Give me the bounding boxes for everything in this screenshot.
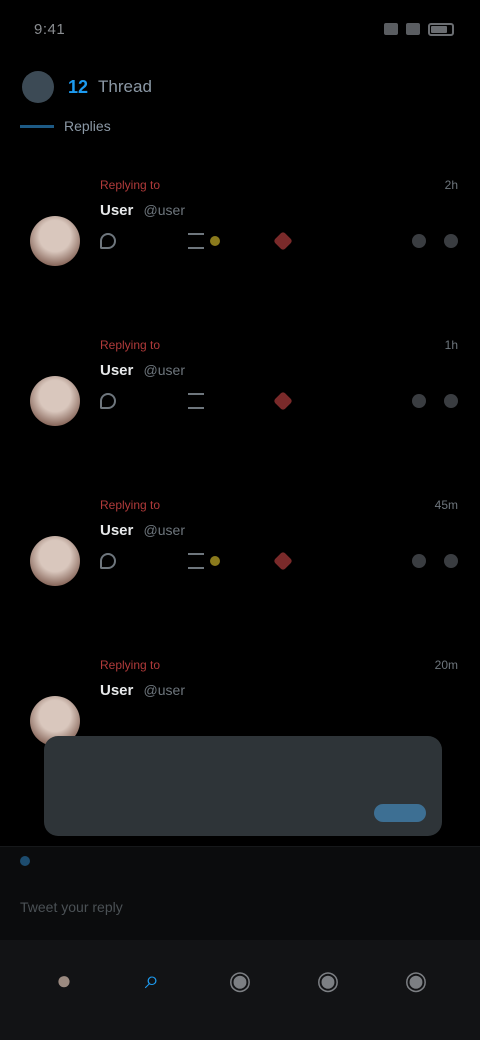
reply-indicator-icon — [20, 856, 30, 866]
like-button[interactable] — [273, 231, 364, 251]
reply-icon — [100, 393, 116, 409]
retweet-button[interactable] — [188, 393, 276, 409]
thread-header: Replies — [0, 118, 480, 134]
retweet-dot — [210, 236, 220, 246]
spaces-icon: ◉ — [228, 964, 252, 995]
tweet-meta: Replying to 2h — [100, 174, 458, 196]
battery-icon — [428, 22, 454, 36]
heart-icon — [273, 231, 293, 251]
tweet-extra-actions — [412, 234, 458, 248]
retweet-button[interactable] — [188, 233, 276, 249]
thread-label: Replies — [64, 118, 111, 134]
thread-rule — [20, 124, 54, 128]
tweet[interactable]: Replying to 2h User @user — [0, 168, 480, 328]
tweet-actions — [100, 391, 458, 411]
retweet-icon — [188, 233, 204, 249]
reply-tag: Replying to — [100, 498, 161, 512]
tweet-actions — [100, 231, 458, 251]
back-button[interactable] — [22, 71, 54, 103]
status-icons — [384, 22, 454, 36]
page-title: Thread — [98, 77, 152, 96]
views-icon[interactable] — [412, 234, 426, 248]
like-button[interactable] — [273, 551, 364, 571]
reply-button[interactable] — [100, 393, 188, 409]
tweet-meta: Replying to 20m — [100, 654, 458, 676]
tab-notifications[interactable]: ◉ — [305, 957, 351, 1003]
author-handle: @user — [143, 682, 185, 698]
reply-icon — [100, 553, 116, 569]
tweet-author[interactable]: User @user — [100, 362, 458, 379]
bottom-tab-bar: ● ⌕ ◉ ◉ ◉ — [0, 940, 480, 1040]
search-icon: ⌕ — [144, 964, 160, 994]
reply-input[interactable]: Tweet your reply — [20, 889, 460, 925]
tweet-meta: Replying to 1h — [100, 334, 458, 356]
tweet[interactable]: Replying to 1h User @user — [0, 328, 480, 488]
tweet-author[interactable]: User @user — [100, 202, 458, 219]
messages-icon: ◉ — [404, 964, 428, 995]
tweet-count: 12 — [68, 76, 89, 97]
tweet-time: 1h — [444, 338, 458, 352]
reply-tag: Replying to — [100, 338, 161, 352]
retweet-icon — [188, 553, 204, 569]
tweet-time: 20m — [434, 658, 458, 672]
avatar-icon: ● — [56, 964, 72, 995]
tweet-feed: Replying to 2h User @user Replying to 1h — [0, 168, 480, 808]
reply-tag: Replying to — [100, 658, 161, 672]
tab-spaces[interactable]: ◉ — [217, 957, 263, 1003]
tab-profile[interactable]: ● — [41, 957, 87, 1003]
signal-icon — [384, 23, 398, 35]
tweet-time: 45m — [434, 498, 458, 512]
author-handle: @user — [143, 202, 185, 218]
reply-tag: Replying to — [100, 178, 161, 192]
quote-action-pill[interactable] — [374, 804, 426, 822]
avatar[interactable] — [30, 216, 80, 266]
reply-button[interactable] — [100, 553, 188, 569]
tweet-extra-actions — [412, 554, 458, 568]
author-name: User — [100, 522, 134, 539]
wifi-icon — [406, 23, 420, 35]
author-name: User — [100, 682, 134, 699]
retweet-button[interactable] — [188, 553, 276, 569]
author-handle: @user — [143, 522, 185, 538]
tab-search[interactable]: ⌕ — [129, 957, 175, 1003]
reply-bar: Tweet your reply — [0, 846, 480, 940]
share-icon[interactable] — [444, 234, 458, 248]
tweet-meta: Replying to 45m — [100, 494, 458, 516]
retweet-dot — [210, 556, 220, 566]
tweet-actions — [100, 551, 458, 571]
tweet-extra-actions — [412, 394, 458, 408]
status-bar: 9:41 — [0, 0, 480, 58]
tweet[interactable]: Replying to 45m User @user — [0, 488, 480, 648]
like-button[interactable] — [273, 391, 364, 411]
tab-messages[interactable]: ◉ — [393, 957, 439, 1003]
heart-icon — [273, 551, 293, 571]
tweet-time: 2h — [444, 178, 458, 192]
author-handle: @user — [143, 362, 185, 378]
top-bar: 12 Thread — [0, 60, 480, 114]
author-name: User — [100, 362, 134, 379]
reply-strip — [0, 847, 480, 875]
views-icon[interactable] — [412, 554, 426, 568]
tweet-author[interactable]: User @user — [100, 522, 458, 539]
avatar[interactable] — [30, 536, 80, 586]
heart-icon — [273, 391, 293, 411]
notifications-icon: ◉ — [316, 964, 340, 995]
reply-icon — [100, 233, 116, 249]
reply-button[interactable] — [100, 233, 188, 249]
author-name: User — [100, 202, 134, 219]
share-icon[interactable] — [444, 394, 458, 408]
tweet-author[interactable]: User @user — [100, 682, 458, 699]
avatar[interactable] — [30, 376, 80, 426]
status-time: 9:41 — [34, 20, 66, 38]
retweet-icon — [188, 393, 204, 409]
views-icon[interactable] — [412, 394, 426, 408]
quote-card[interactable] — [44, 736, 442, 836]
share-icon[interactable] — [444, 554, 458, 568]
